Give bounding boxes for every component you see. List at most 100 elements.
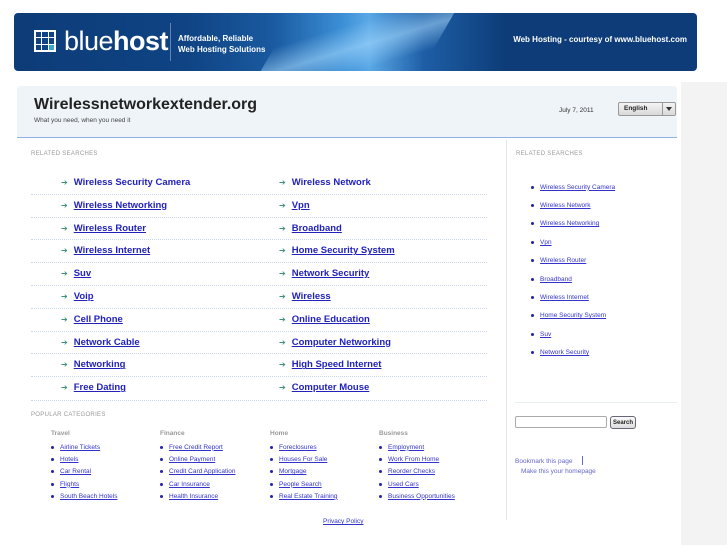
sidebar-related-item[interactable]: Wireless Networking	[531, 215, 615, 233]
related-link[interactable]: Broadband	[292, 223, 342, 234]
category-item[interactable]: Real Estate Training	[270, 490, 338, 502]
related-item[interactable]: ➔ High Speed Internet	[279, 359, 381, 370]
related-link[interactable]: Computer Mouse	[292, 382, 370, 393]
related-item[interactable]: ➔ Wireless	[279, 291, 331, 302]
related-item[interactable]: ➔ Free Dating	[61, 382, 126, 393]
sidebar-related-item[interactable]: Broadband	[531, 270, 615, 288]
sidebar-related-link[interactable]: Broadband	[540, 276, 572, 283]
sidebar-related-item[interactable]: Wireless Security Camera	[531, 178, 615, 196]
category-item[interactable]: Online Payment	[160, 453, 235, 465]
category-item[interactable]: Work From Home	[379, 453, 455, 465]
related-item[interactable]: ➔ Wireless Router	[61, 223, 146, 234]
sidebar-related-item[interactable]: Suv	[531, 325, 615, 343]
sidebar-related-item[interactable]: Network Security	[531, 344, 615, 362]
category-link[interactable]: Real Estate Training	[279, 493, 338, 500]
search-input[interactable]	[515, 416, 607, 428]
category-link[interactable]: Airline Tickets	[60, 444, 100, 451]
category-item[interactable]: Mortgage	[270, 466, 338, 478]
category-link[interactable]: Reorder Checks	[388, 468, 435, 475]
category-link[interactable]: Work From Home	[388, 456, 439, 463]
sidebar-related-link[interactable]: Wireless Router	[540, 257, 586, 264]
related-link[interactable]: Computer Networking	[292, 337, 391, 348]
related-link[interactable]: Wireless Router	[74, 223, 146, 234]
category-link[interactable]: Used Cars	[388, 481, 419, 488]
related-link[interactable]: Wireless	[292, 291, 331, 302]
category-item[interactable]: South Beach Hotels	[51, 490, 117, 502]
related-link[interactable]: Vpn	[292, 200, 310, 211]
category-link[interactable]: Credit Card Application	[169, 468, 235, 475]
related-item[interactable]: ➔ Voip	[61, 291, 94, 302]
related-link[interactable]: Network Cable	[74, 337, 140, 348]
related-item[interactable]: ➔ Networking	[61, 359, 125, 370]
category-link[interactable]: Health Insurance	[169, 493, 218, 500]
category-link[interactable]: Car Insurance	[169, 481, 210, 488]
related-link[interactable]: Free Dating	[74, 382, 126, 393]
sidebar-related-link[interactable]: Network Security	[540, 349, 589, 356]
related-link[interactable]: Cell Phone	[74, 314, 123, 325]
related-item[interactable]: ➔ Network Cable	[61, 337, 140, 348]
related-link[interactable]: Voip	[74, 291, 94, 302]
related-item[interactable]: ➔ Suv	[61, 268, 91, 279]
sidebar-related-link[interactable]: Vpn	[540, 239, 552, 246]
category-item[interactable]: Business Opportunities	[379, 490, 455, 502]
related-link[interactable]: Online Education	[292, 314, 370, 325]
sidebar-related-item[interactable]: Wireless Internet	[531, 288, 615, 306]
related-item[interactable]: ➔ Home Security System	[279, 245, 395, 256]
category-link[interactable]: Hotels	[60, 456, 78, 463]
homepage-link[interactable]: Make this your homepage	[521, 468, 596, 475]
chevron-down-icon[interactable]	[662, 103, 675, 115]
related-link[interactable]: Home Security System	[292, 245, 395, 256]
sidebar-related-link[interactable]: Suv	[540, 331, 551, 338]
category-link[interactable]: Car Rental	[60, 468, 91, 475]
related-item[interactable]: ➔ Wireless Networking	[61, 200, 167, 211]
sidebar-related-link[interactable]: Wireless Internet	[540, 294, 589, 301]
category-item[interactable]: Flights	[51, 478, 117, 490]
sidebar-related-item[interactable]: Vpn	[531, 233, 615, 251]
category-item[interactable]: Used Cars	[379, 478, 455, 490]
category-item[interactable]: Foreclosures	[270, 441, 338, 453]
category-link[interactable]: Foreclosures	[279, 444, 317, 451]
category-item[interactable]: Houses For Sale	[270, 453, 338, 465]
related-link[interactable]: Wireless Network	[292, 177, 371, 188]
related-item[interactable]: ➔ Computer Mouse	[279, 382, 369, 393]
sidebar-related-link[interactable]: Wireless Network	[540, 202, 591, 209]
related-link[interactable]: Wireless Internet	[74, 245, 150, 256]
category-item[interactable]: Reorder Checks	[379, 466, 455, 478]
privacy-policy-link[interactable]: Privacy Policy	[323, 518, 363, 525]
sidebar-related-item[interactable]: Home Security System	[531, 307, 615, 325]
category-link[interactable]: Employment	[388, 444, 424, 451]
related-link[interactable]: Wireless Networking	[74, 200, 167, 211]
related-link[interactable]: Networking	[74, 359, 126, 370]
sidebar-related-link[interactable]: Home Security System	[540, 312, 606, 319]
category-item[interactable]: Car Insurance	[160, 478, 235, 490]
related-item[interactable]: ➔ Computer Networking	[279, 337, 391, 348]
category-item[interactable]: Free Credit Report	[160, 441, 235, 453]
sidebar-related-item[interactable]: Wireless Router	[531, 252, 615, 270]
sidebar-related-link[interactable]: Wireless Security Camera	[540, 184, 615, 191]
related-item[interactable]: ➔ Network Security	[279, 268, 369, 279]
category-item[interactable]: Hotels	[51, 453, 117, 465]
category-item[interactable]: Credit Card Application	[160, 466, 235, 478]
category-item[interactable]: Airline Tickets	[51, 441, 117, 453]
sidebar-related-item[interactable]: Wireless Network	[531, 196, 615, 214]
related-link[interactable]: High Speed Internet	[292, 359, 382, 370]
category-link[interactable]: Houses For Sale	[279, 456, 327, 463]
related-item[interactable]: ➔ Vpn	[279, 200, 310, 211]
related-item[interactable]: ➔ Wireless Network	[279, 177, 371, 188]
related-item[interactable]: ➔ Broadband	[279, 223, 342, 234]
related-item[interactable]: ➔ Online Education	[279, 314, 370, 325]
category-link[interactable]: Business Opportunities	[388, 493, 455, 500]
bluehost-banner[interactable]: bluehost Affordable, Reliable Web Hostin…	[14, 13, 697, 71]
related-link[interactable]: Wireless Security Camera	[74, 177, 191, 188]
search-button[interactable]: Search	[610, 416, 636, 429]
category-link[interactable]: Free Credit Report	[169, 444, 223, 451]
category-item[interactable]: Employment	[379, 441, 455, 453]
category-link[interactable]: Online Payment	[169, 456, 215, 463]
bookmark-link[interactable]: Bookmark this page	[515, 458, 572, 465]
sidebar-related-link[interactable]: Wireless Networking	[540, 220, 599, 227]
related-item[interactable]: ➔ Cell Phone	[61, 314, 123, 325]
related-link[interactable]: Suv	[74, 268, 91, 279]
related-item[interactable]: ➔ Wireless Internet	[61, 245, 150, 256]
language-select[interactable]: English	[618, 102, 676, 116]
category-link[interactable]: South Beach Hotels	[60, 493, 117, 500]
